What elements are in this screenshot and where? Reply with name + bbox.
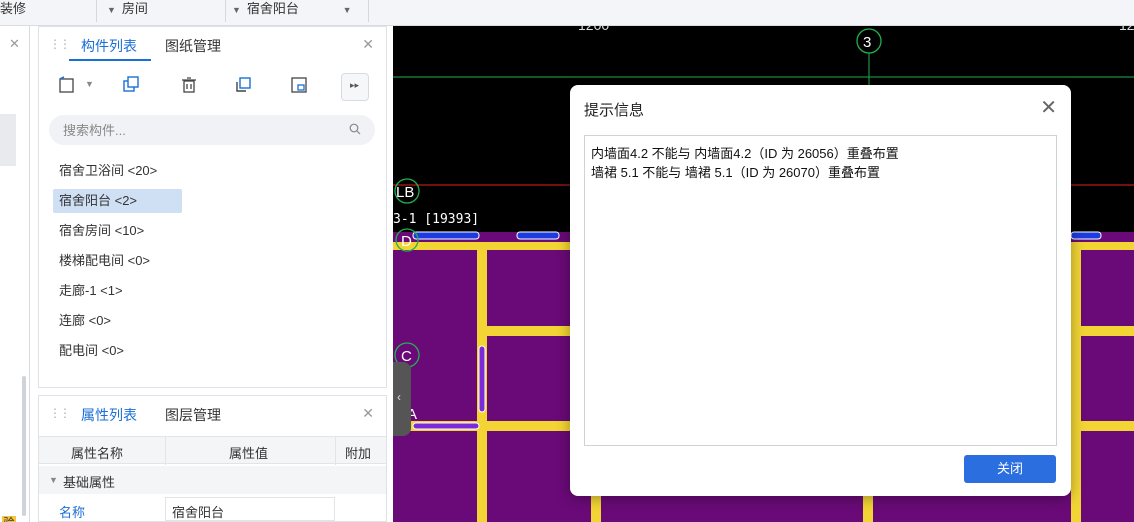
window-opening: [516, 231, 560, 240]
top-toolbar: 装修 ▼ 房间 ▼ 宿舍阳台 ▼: [0, 0, 1134, 26]
chevron-left-icon: ‹: [397, 390, 401, 404]
property-group-row[interactable]: ▼ 基础属性: [39, 466, 386, 494]
axis-label-D: D: [401, 233, 412, 250]
column-header-extra: 附加: [345, 446, 372, 461]
property-panel: ⋮⋮ 属性列表 图层管理 ✕ 属性名称 属性值 附加 ▼ 基础属性 名称 宿舍阳…: [38, 395, 387, 522]
property-name: 名称: [59, 505, 86, 520]
window-opening: [1070, 231, 1102, 240]
element-id-label: 3-1 [19393]: [393, 212, 479, 227]
tab-property-list[interactable]: 属性列表: [81, 405, 137, 425]
close-icon[interactable]: ✕: [362, 405, 374, 422]
chevron-down-icon: ▼: [342, 5, 352, 15]
new-component-button[interactable]: [53, 71, 81, 99]
save-icon: [291, 77, 307, 93]
copy-icon: [123, 76, 139, 92]
drag-grip-icon[interactable]: ⋮⋮: [49, 406, 71, 420]
decoration-selector[interactable]: 装修: [0, 0, 26, 26]
close-icon[interactable]: ✕: [1040, 95, 1057, 120]
property-value-field[interactable]: 宿舍阳台: [165, 497, 335, 521]
search-icon: [349, 123, 361, 135]
wall-vertical: [1071, 242, 1081, 522]
message-box[interactable]: 内墙面4.2 不能与 内墙面4.2（ID 为 26056）重叠布置 墙裙 5.1…: [584, 135, 1057, 446]
new-component-icon: [59, 76, 74, 93]
copy-component-button[interactable]: [117, 71, 145, 99]
delete-component-button[interactable]: [175, 71, 203, 99]
trash-icon: [182, 77, 196, 93]
property-table-header: 属性名称 属性值 附加: [39, 436, 386, 465]
axis-label-LB: LB: [396, 184, 414, 201]
decoration-label: 装修: [0, 1, 27, 16]
search-input[interactable]: [63, 121, 333, 139]
list-item[interactable]: 楼梯配电间 <0>: [53, 249, 353, 273]
list-item[interactable]: 宿舍卫浴间 <20>: [53, 159, 353, 183]
wall-horizontal: [1081, 326, 1134, 336]
save-template-button[interactable]: [285, 71, 313, 99]
tab-layer-management[interactable]: 图层管理: [165, 405, 221, 425]
left-collapsed-panel: ✕ 验 智: [0, 26, 30, 522]
toolbar-divider: [368, 0, 369, 22]
component-panel-tabs: ⋮⋮ 构件列表 图纸管理 ✕: [39, 27, 386, 63]
dialog-title: 提示信息: [584, 102, 645, 119]
more-tools-button[interactable]: ▸▸: [341, 73, 369, 101]
property-panel-tabs: ⋮⋮ 属性列表 图层管理 ✕: [39, 396, 386, 432]
layer-copy-button[interactable]: [229, 71, 257, 99]
door-opening: [478, 345, 486, 413]
component-list-panel: ⋮⋮ 构件列表 图纸管理 ✕ ▼ ▸▸ 宿舍卫浴间 <20> 宿舍阳台 <2>: [38, 26, 387, 388]
close-icon[interactable]: ✕: [9, 36, 20, 52]
window-opening: [412, 231, 480, 240]
panel-collapse-handle[interactable]: ‹: [393, 362, 411, 436]
list-item-selected[interactable]: 宿舍阳台 <2>: [53, 189, 182, 213]
tab-component-list[interactable]: 构件列表: [81, 36, 137, 56]
component-toolbar: ▼ ▸▸: [49, 71, 379, 103]
table-row: 名称 宿舍阳台: [39, 496, 386, 522]
list-item[interactable]: 连廊 <0>: [53, 309, 353, 333]
close-icon[interactable]: ✕: [362, 36, 374, 53]
door-opening: [412, 422, 480, 430]
column-divider: [165, 437, 166, 465]
side-tag[interactable]: 验 智: [2, 516, 16, 522]
chevron-down-icon: ▼: [232, 5, 241, 15]
search-box[interactable]: [49, 115, 375, 145]
axis-label-3: 3: [863, 34, 871, 51]
selected-row-highlight: [0, 114, 16, 166]
wall-horizontal: [487, 326, 577, 336]
property-group-label: 基础属性: [63, 475, 116, 490]
double-chevron-right-icon: ▸▸: [350, 80, 360, 90]
chevron-down-icon: ▼: [49, 475, 58, 485]
list-item[interactable]: 配电间 <0>: [53, 339, 353, 363]
dimension-label-left: 1200: [578, 26, 609, 33]
chevron-down-icon[interactable]: ▼: [85, 79, 94, 89]
column-header-name: 属性名称: [71, 446, 124, 461]
tab-drawing-management[interactable]: 图纸管理: [165, 36, 221, 56]
layer-copy-icon: [236, 77, 251, 92]
message-line: 内墙面4.2 不能与 内墙面4.2（ID 为 26056）重叠布置: [591, 146, 899, 161]
component-list: 宿舍卫浴间 <20> 宿舍阳台 <2> 宿舍房间 <10> 楼梯配电间 <0> …: [53, 159, 353, 369]
drag-grip-icon[interactable]: ⋮⋮: [49, 37, 71, 51]
chevron-down-icon: ▼: [107, 5, 116, 15]
info-dialog: 提示信息 ✕ 内墙面4.2 不能与 内墙面4.2（ID 为 26056）重叠布置…: [570, 85, 1071, 496]
component-dropdown[interactable]: ▼ 宿舍阳台 ▼: [232, 0, 357, 26]
component-label: 宿舍阳台: [246, 1, 299, 16]
toolbar-divider: [96, 0, 97, 22]
column-header-value: 属性值: [229, 446, 269, 461]
list-item[interactable]: 宿舍房间 <10>: [53, 219, 353, 243]
dimension-label-right: 12: [1119, 26, 1134, 33]
wall-vertical: [591, 496, 601, 522]
room-category-label: 房间: [121, 1, 148, 16]
close-button[interactable]: 关闭: [964, 455, 1056, 483]
message-line: 墙裙 5.1 不能与 墙裙 5.1（ID 为 26070）重叠布置: [591, 165, 880, 180]
room-category-dropdown[interactable]: ▼ 房间: [107, 0, 148, 26]
toolbar-divider: [225, 0, 226, 22]
wall-vertical: [863, 496, 873, 522]
scrollbar[interactable]: [22, 376, 26, 516]
active-tab-indicator: [69, 59, 151, 61]
list-item[interactable]: 走廊-1 <1>: [53, 279, 353, 303]
column-divider: [335, 437, 336, 465]
